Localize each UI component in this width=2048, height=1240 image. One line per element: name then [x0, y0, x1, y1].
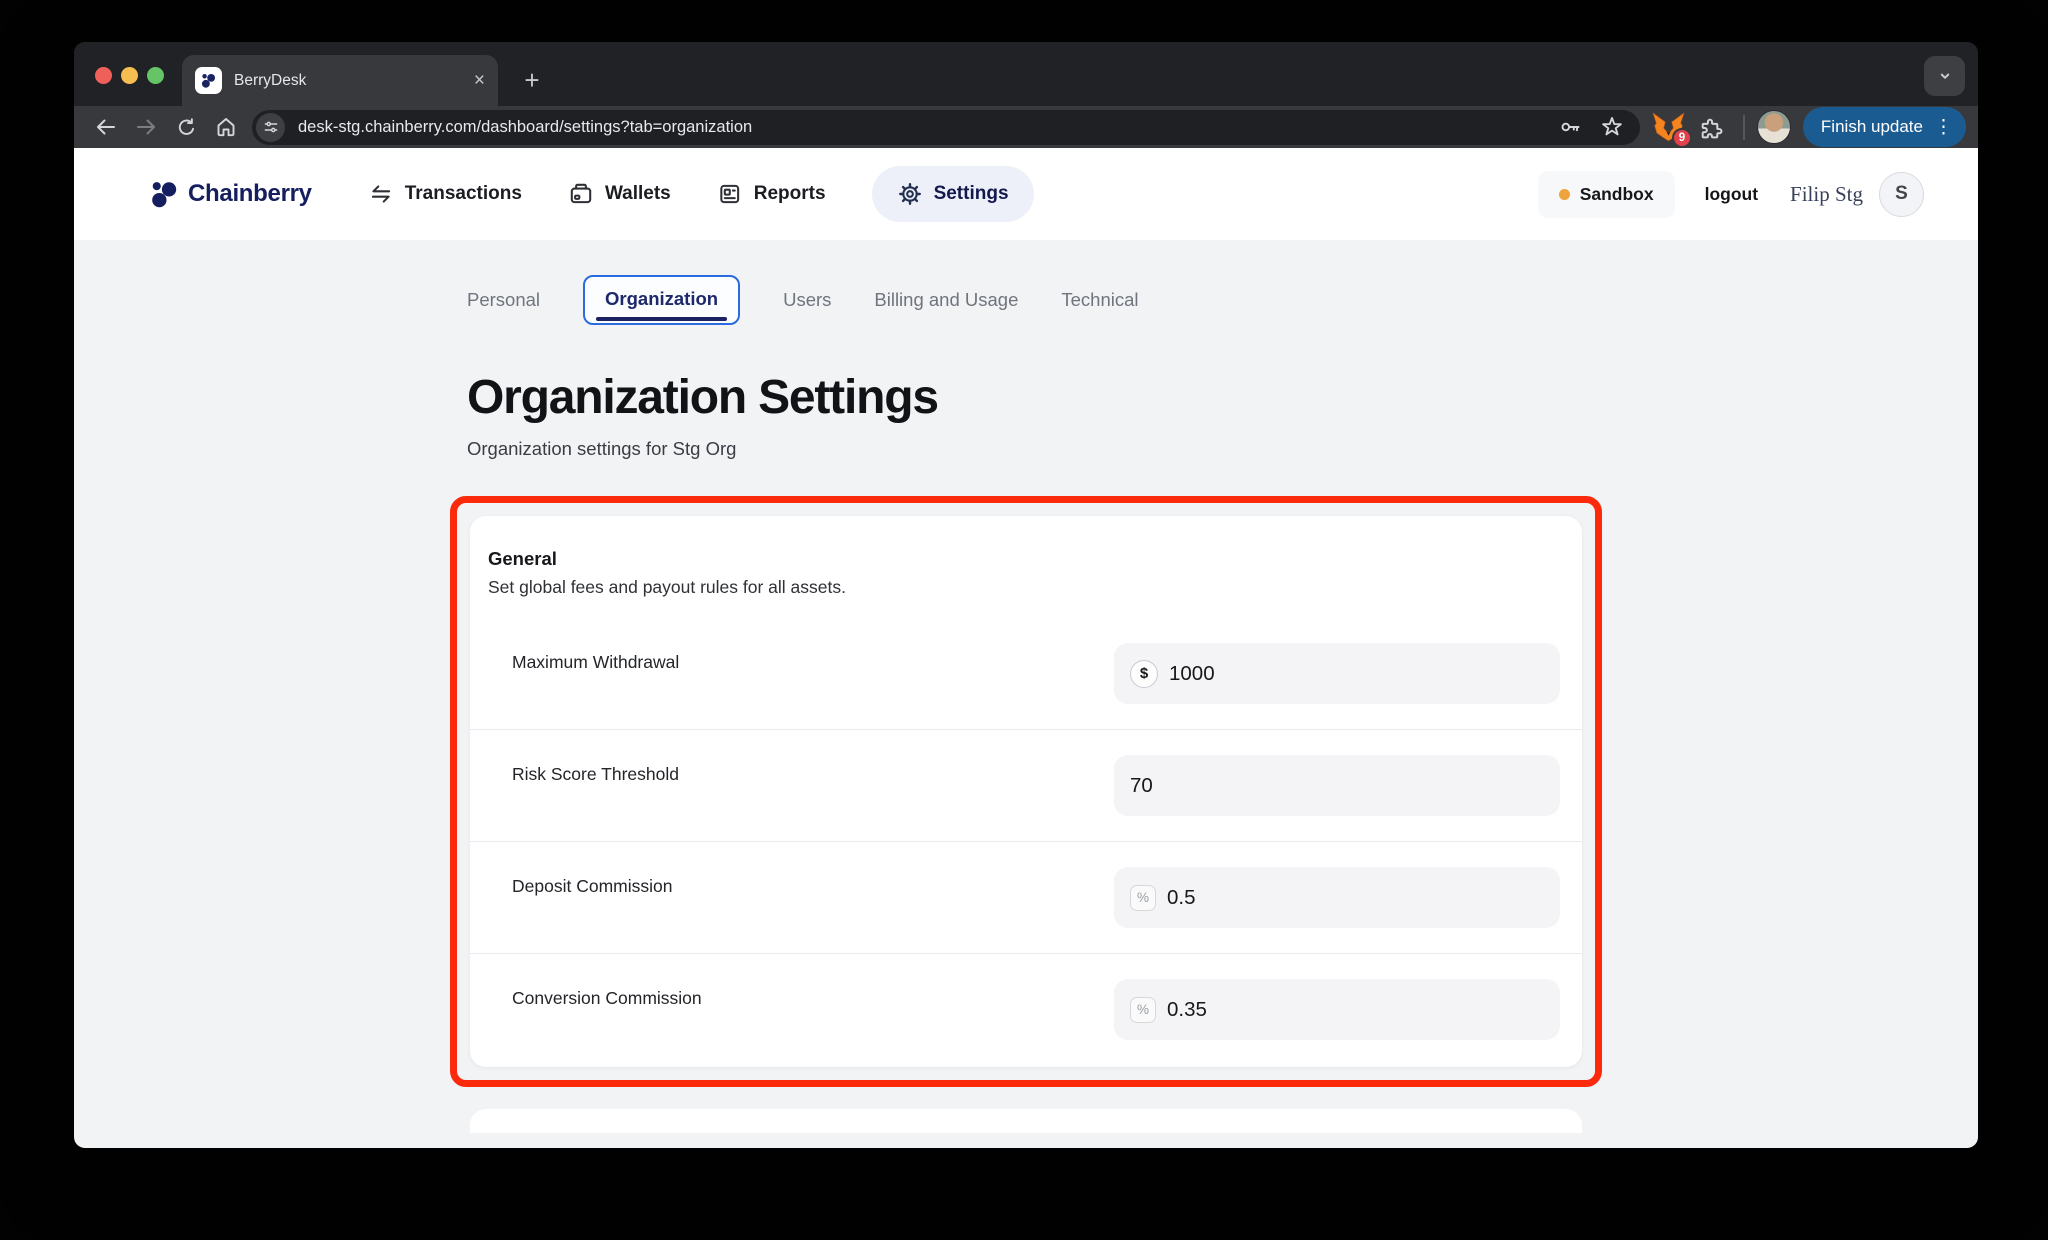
- nav-item-settings[interactable]: Settings: [872, 166, 1034, 222]
- metamask-extension-button[interactable]: 9: [1652, 112, 1685, 143]
- tab-organization[interactable]: Organization: [583, 275, 740, 325]
- field-row-conversion-commission: Conversion Commission % 0.35: [470, 953, 1582, 1065]
- page-subtitle: Organization settings for Stg Org: [467, 438, 1602, 460]
- url-bar[interactable]: desk-stg.chainberry.com/dashboard/settin…: [252, 110, 1640, 145]
- field-label: Conversion Commission: [512, 979, 702, 1040]
- bookmark-star-icon[interactable]: [1600, 115, 1624, 139]
- environment-badge: Sandbox: [1538, 171, 1675, 218]
- berrydesk-favicon-icon: [195, 67, 222, 94]
- tab-users[interactable]: Users: [783, 289, 831, 311]
- home-icon: [214, 115, 238, 139]
- tab-technical[interactable]: Technical: [1061, 289, 1138, 311]
- user-name: Filip Stg: [1790, 182, 1863, 207]
- url-text: desk-stg.chainberry.com/dashboard/settin…: [298, 118, 752, 137]
- site-settings-icon[interactable]: [256, 113, 285, 142]
- browser-tabstrip: BerryDesk × +: [74, 42, 1978, 106]
- berry-logo-icon: [149, 179, 180, 210]
- zoom-window-button[interactable]: [147, 67, 164, 84]
- browser-menu-icon[interactable]: ⋮: [1934, 118, 1953, 137]
- nav-item-wallets[interactable]: Wallets: [568, 181, 671, 207]
- field-label: Risk Score Threshold: [512, 755, 679, 816]
- brand-name: Chainberry: [188, 180, 312, 208]
- conversion-commission-input[interactable]: % 0.35: [1114, 979, 1560, 1040]
- tab-billing-and-usage[interactable]: Billing and Usage: [874, 289, 1018, 311]
- brand-logo[interactable]: Chainberry: [149, 179, 312, 210]
- toolbar-divider: [1743, 115, 1745, 140]
- back-arrow-icon: [94, 115, 118, 139]
- percent-unit-icon: %: [1130, 997, 1156, 1023]
- field-value: 0.5: [1167, 886, 1196, 910]
- macos-traffic-lights: [95, 67, 164, 84]
- tab-close-icon[interactable]: ×: [474, 71, 485, 90]
- main-nav: Transactions Wallets R: [368, 166, 1034, 222]
- tab-search-button[interactable]: [1924, 56, 1965, 96]
- puzzle-icon: [1698, 115, 1723, 140]
- field-value: 1000: [1169, 662, 1215, 686]
- dollar-unit-icon: $: [1130, 660, 1158, 688]
- browser-toolbar: desk-stg.chainberry.com/dashboard/settin…: [74, 106, 1978, 148]
- tab-title: BerryDesk: [234, 72, 306, 90]
- close-window-button[interactable]: [95, 67, 112, 84]
- wallet-icon: [568, 181, 594, 207]
- navbar-right: Sandbox logout Filip Stg S: [1538, 171, 1924, 218]
- settings-gear-icon: [897, 181, 923, 207]
- browser-profile-avatar[interactable]: [1757, 110, 1791, 144]
- reports-icon: [717, 181, 743, 207]
- field-value: 0.35: [1167, 998, 1207, 1022]
- field-label: Maximum Withdrawal: [512, 643, 679, 704]
- password-key-icon[interactable]: [1558, 115, 1582, 139]
- extension-badge: 9: [1672, 128, 1692, 148]
- new-tab-button[interactable]: +: [514, 62, 550, 98]
- forward-button[interactable]: [126, 107, 166, 147]
- page-title: Organization Settings: [467, 370, 1602, 425]
- percent-unit-icon: %: [1130, 885, 1156, 911]
- home-button[interactable]: [206, 107, 246, 147]
- annotation-highlight-box: General Set global fees and payout rules…: [450, 496, 1602, 1087]
- settings-tabs: Personal Organization Users Billing and …: [450, 274, 1602, 326]
- field-value: 70: [1130, 774, 1153, 798]
- maximum-withdrawal-input[interactable]: $ 1000: [1114, 643, 1560, 704]
- page-content: Chainberry Transactions Wallets: [74, 148, 1978, 1148]
- browser-window: BerryDesk × +: [74, 42, 1978, 1148]
- browser-tab[interactable]: BerryDesk ×: [182, 55, 498, 106]
- nav-item-transactions[interactable]: Transactions: [368, 181, 522, 207]
- finish-update-button[interactable]: Finish update ⋮: [1803, 107, 1966, 147]
- general-settings-card: General Set global fees and payout rules…: [470, 516, 1582, 1067]
- user-avatar[interactable]: S: [1879, 172, 1924, 217]
- back-button[interactable]: [86, 107, 126, 147]
- app-navbar: Chainberry Transactions Wallets: [74, 148, 1978, 240]
- settings-page: Personal Organization Users Billing and …: [450, 240, 1602, 1133]
- tab-personal[interactable]: Personal: [467, 289, 540, 311]
- sandbox-dot-icon: [1559, 189, 1570, 200]
- extensions-button[interactable]: [1691, 107, 1731, 147]
- card-header: General Set global fees and payout rules…: [470, 548, 1582, 598]
- chevron-down-icon: [1934, 65, 1956, 87]
- field-row-deposit-commission: Deposit Commission % 0.5: [470, 841, 1582, 953]
- field-label: Deposit Commission: [512, 867, 672, 928]
- transactions-icon: [368, 181, 394, 207]
- risk-score-threshold-input[interactable]: 70: [1114, 755, 1560, 816]
- logout-button[interactable]: logout: [1705, 184, 1758, 205]
- forward-arrow-icon: [134, 115, 158, 139]
- section-description: Set global fees and payout rules for all…: [488, 577, 1558, 598]
- reload-icon: [175, 116, 198, 139]
- deposit-commission-input[interactable]: % 0.5: [1114, 867, 1560, 928]
- field-row-maximum-withdrawal: Maximum Withdrawal $ 1000: [470, 618, 1582, 729]
- minimize-window-button[interactable]: [121, 67, 138, 84]
- settings-fields: Maximum Withdrawal $ 1000 Risk Score Thr…: [470, 618, 1582, 1065]
- finish-update-label: Finish update: [1821, 117, 1923, 137]
- field-row-risk-score-threshold: Risk Score Threshold 70: [470, 729, 1582, 841]
- section-title: General: [488, 548, 1558, 570]
- reload-button[interactable]: [166, 107, 206, 147]
- next-card-top-edge: [470, 1109, 1582, 1133]
- nav-item-reports[interactable]: Reports: [717, 181, 826, 207]
